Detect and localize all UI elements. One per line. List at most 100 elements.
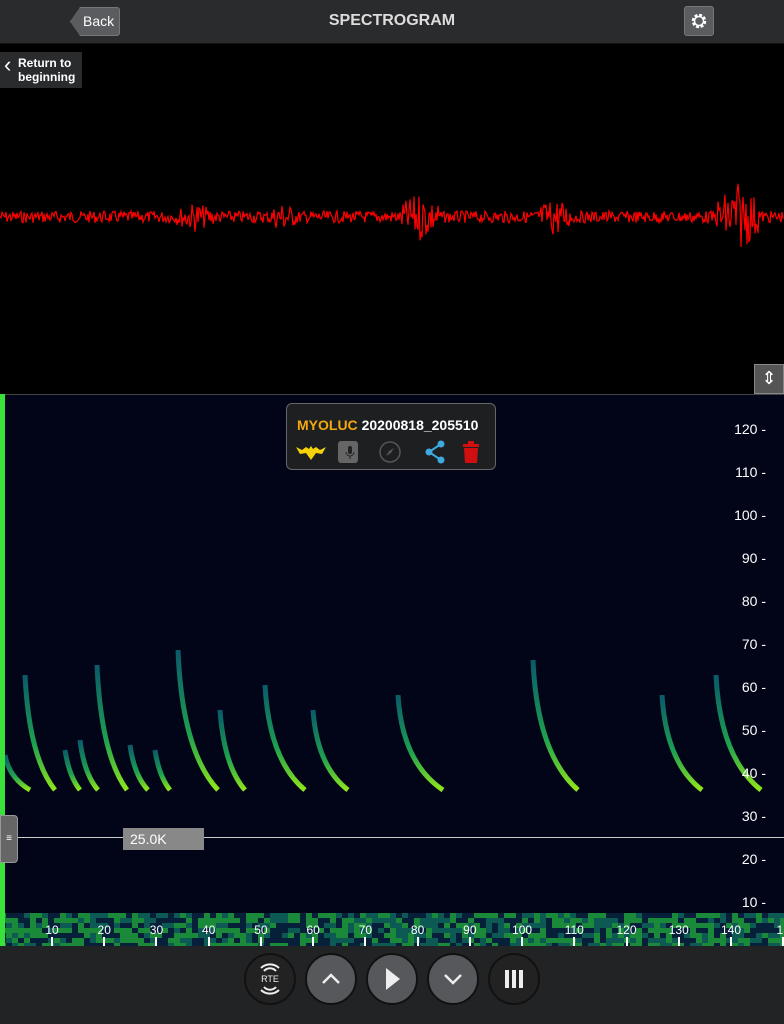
noise-cell xyxy=(198,938,204,943)
noise-cell xyxy=(282,913,288,918)
noise-cell xyxy=(114,913,120,918)
play-icon xyxy=(386,968,400,990)
noise-cell xyxy=(348,918,354,923)
threshold-drag-handle[interactable]: ≡ xyxy=(0,815,18,863)
noise-cell xyxy=(714,938,720,943)
noise-cell xyxy=(468,913,474,918)
noise-cell xyxy=(300,913,306,918)
x-axis-label: 90 xyxy=(463,923,477,937)
noise-cell xyxy=(216,933,222,938)
noise-cell xyxy=(36,918,42,923)
noise-cell xyxy=(600,933,606,938)
previous-button[interactable] xyxy=(305,953,357,1005)
noise-cell xyxy=(690,913,696,918)
noise-cell xyxy=(6,938,12,943)
noise-cell xyxy=(624,913,630,918)
noise-cell xyxy=(696,928,702,933)
noise-cell xyxy=(330,938,336,943)
noise-cell xyxy=(714,918,720,923)
share-button[interactable] xyxy=(422,439,448,465)
noise-cell xyxy=(24,938,30,943)
noise-cell xyxy=(756,933,762,938)
resize-handle-icon[interactable]: ⇕ xyxy=(754,364,784,394)
noise-cell xyxy=(456,938,462,943)
noise-cell xyxy=(480,913,486,918)
y-axis-label: 80 xyxy=(742,593,766,609)
noise-cell xyxy=(774,938,780,943)
noise-cell xyxy=(156,913,162,918)
y-axis-label: 90 xyxy=(742,550,766,566)
x-axis-label: 120 xyxy=(616,923,637,937)
noise-cell xyxy=(558,928,564,933)
x-axis-tick xyxy=(729,937,732,946)
noise-cell xyxy=(504,928,510,933)
noise-cell xyxy=(234,913,240,918)
rte-button[interactable]: RTE xyxy=(244,953,296,1005)
noise-cell xyxy=(534,938,540,943)
position-indicator xyxy=(0,394,5,815)
noise-cell xyxy=(672,913,678,918)
noise-cell xyxy=(486,928,492,933)
noise-cell xyxy=(546,938,552,943)
noise-cell xyxy=(606,938,612,943)
header-bar: Back SPECTROGRAM xyxy=(0,0,784,44)
noise-cell xyxy=(336,913,342,918)
noise-cell xyxy=(222,938,228,943)
delete-button[interactable] xyxy=(459,439,483,465)
noise-cell xyxy=(288,913,294,918)
settings-button[interactable] xyxy=(684,6,714,36)
noise-cell xyxy=(774,913,780,918)
waveform-display[interactable] xyxy=(0,44,784,394)
bat-call-trace xyxy=(127,744,150,792)
noise-cell xyxy=(324,928,330,933)
next-button[interactable] xyxy=(427,953,479,1005)
noise-cell xyxy=(270,933,276,938)
noise-cell xyxy=(276,913,282,918)
species-button[interactable] xyxy=(295,439,327,465)
noise-cell xyxy=(234,923,240,928)
noise-cell xyxy=(756,918,762,923)
return-to-beginning-button[interactable]: ‹ Return to beginning xyxy=(0,52,82,88)
y-axis-label: 110 xyxy=(735,464,766,480)
noise-cell xyxy=(84,933,90,938)
noise-cell xyxy=(330,933,336,938)
noise-cell xyxy=(60,918,66,923)
noise-cell xyxy=(342,928,348,933)
noise-cell xyxy=(222,933,228,938)
location-button[interactable] xyxy=(377,439,403,465)
noise-cell xyxy=(534,933,540,938)
noise-cell xyxy=(270,923,276,928)
voice-note-button[interactable] xyxy=(335,439,361,465)
noise-cell xyxy=(696,938,702,943)
noise-cell xyxy=(78,923,84,928)
noise-cell xyxy=(726,913,732,918)
noise-cell xyxy=(414,913,420,918)
noise-cell xyxy=(438,918,444,923)
threshold-label: 25.0K xyxy=(123,828,204,850)
x-axis-tick xyxy=(103,937,106,946)
noise-cell xyxy=(540,913,546,918)
noise-cell xyxy=(486,918,492,923)
trash-icon xyxy=(463,441,479,463)
noise-cell xyxy=(768,918,774,923)
pause-button[interactable] xyxy=(488,953,540,1005)
species-code[interactable]: MYOLUC xyxy=(297,417,358,433)
noise-cell xyxy=(264,913,270,918)
noise-cell xyxy=(396,933,402,938)
noise-cell xyxy=(600,923,606,928)
noise-cell xyxy=(294,928,300,933)
noise-cell xyxy=(6,933,12,938)
noise-cell xyxy=(708,913,714,918)
noise-cell xyxy=(216,938,222,943)
noise-cell xyxy=(30,913,36,918)
noise-cell xyxy=(372,923,378,928)
noise-cell xyxy=(540,938,546,943)
noise-cell xyxy=(246,918,252,923)
noise-cell xyxy=(450,918,456,923)
spectrogram-display[interactable] xyxy=(0,394,784,947)
play-button[interactable] xyxy=(366,953,418,1005)
noise-cell xyxy=(480,928,486,933)
noise-cell xyxy=(444,923,450,928)
bat-call-trace xyxy=(175,649,220,792)
noise-cell xyxy=(480,918,486,923)
